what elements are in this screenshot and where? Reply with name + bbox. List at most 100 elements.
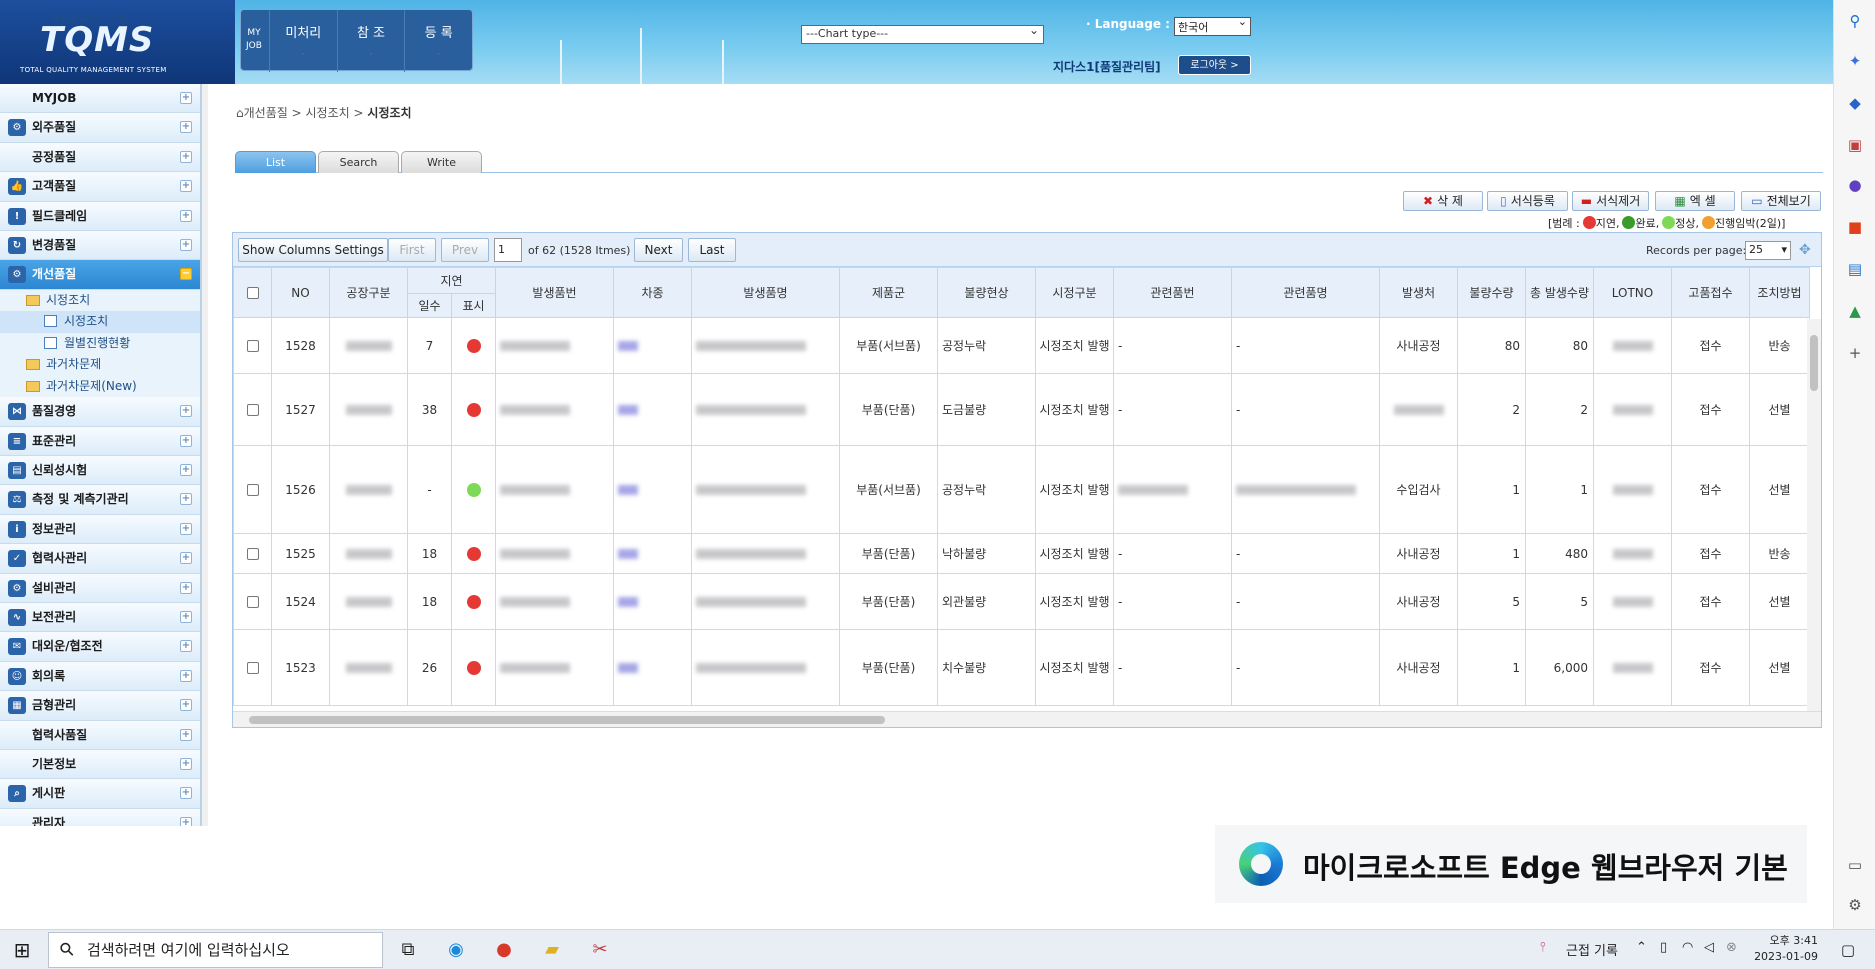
col-delay-days[interactable]: 일수 — [407, 293, 452, 318]
horizontal-scrollbar[interactable] — [233, 711, 1821, 727]
breadcrumb-mid[interactable]: 시정조치 — [306, 106, 350, 120]
delete-button[interactable]: ✖ 삭 제 — [1403, 191, 1483, 211]
expand-icon[interactable]: + — [180, 581, 192, 594]
col-factory[interactable]: 공장구분 — [329, 267, 408, 318]
submenu-item[interactable]: 시정조치 — [0, 290, 200, 312]
row-checkbox[interactable] — [246, 404, 259, 416]
submenu-item[interactable]: 과거차문제 — [0, 354, 200, 376]
wifi-icon[interactable]: ◠ — [1682, 940, 1693, 955]
taskbar-search[interactable]: 검색하려면 여기에 입력하십시오 — [48, 932, 383, 968]
search-icon[interactable]: ⚲ — [1846, 12, 1864, 30]
col-action-type[interactable]: 시정구분 — [1035, 267, 1114, 318]
row-checkbox[interactable] — [246, 340, 259, 352]
battery-icon[interactable]: ▯ — [1660, 940, 1667, 955]
task-view-icon[interactable]: ⧉ — [394, 936, 422, 964]
table-row[interactable]: 1526 - 부품(서브품) 공정누락 시정조치 발행 수입검사 1 1 접수 선별 — [233, 445, 1810, 534]
myjob-tab-wrap[interactable]: 등 록 - — [404, 10, 472, 72]
fullview-button[interactable]: ▭ 전체보기 — [1741, 191, 1821, 211]
first-page-button[interactable]: First — [388, 238, 436, 262]
menu-item[interactable]: 협력사품질 + — [0, 720, 200, 750]
menu-item[interactable]: i 정보관리 + — [0, 514, 200, 545]
tree-icon[interactable]: ▲ — [1846, 302, 1864, 320]
myjob-tab-wrap[interactable]: 참 조 - — [336, 10, 405, 72]
menu-item[interactable]: ⚙ 외주품질 + — [0, 113, 200, 143]
expand-icon[interactable]: + — [180, 552, 192, 565]
edge-icon[interactable]: ◉ — [442, 936, 470, 964]
menu-item[interactable]: ! 필드클레임 + — [0, 201, 200, 231]
expand-icon[interactable]: + — [180, 816, 192, 826]
menu-item[interactable]: ⋈ 품질경영 + — [0, 397, 200, 427]
col-delay-mark[interactable]: 표시 — [451, 293, 496, 318]
file-explorer-icon[interactable]: ▰ — [538, 936, 566, 964]
format-remove-button[interactable]: ▬ 서식제거 — [1572, 191, 1649, 211]
menu-item[interactable]: ⚙ 설비관리 + — [0, 573, 200, 603]
people-icon[interactable]: ● — [1846, 176, 1864, 194]
tray-text[interactable]: 근접 기록 — [1566, 940, 1618, 959]
home-icon[interactable]: ⌂ — [236, 106, 244, 120]
expand-icon[interactable]: + — [180, 238, 192, 251]
expand-icon[interactable]: + — [180, 464, 192, 477]
expand-icon[interactable]: + — [180, 209, 192, 222]
col-rel-no[interactable]: 관련품번 — [1113, 267, 1232, 318]
expand-icon[interactable]: + — [180, 150, 192, 163]
expand-icon[interactable]: + — [180, 405, 192, 418]
menu-item[interactable]: ⚙ 개선품질 − — [0, 260, 200, 290]
office-icon[interactable]: ■ — [1846, 218, 1864, 236]
snipping-icon[interactable]: ✂ — [586, 936, 614, 964]
expand-icon[interactable]: + — [180, 121, 192, 134]
menu-item[interactable]: 공정품질 + — [0, 142, 200, 173]
tab-write[interactable]: Write — [401, 151, 482, 173]
sidebar-panel-icon[interactable]: ▭ — [1846, 856, 1864, 874]
menu-splitter[interactable] — [202, 84, 208, 826]
resize-icon[interactable]: ✥ — [1799, 242, 1811, 258]
submenu-item[interactable]: 월별진행현황 — [0, 333, 200, 355]
menu-item[interactable]: ∿ 보전관리 + — [0, 602, 200, 633]
col-defect[interactable]: 불량현상 — [937, 267, 1036, 318]
submenu-item[interactable]: 시정조치 — [0, 311, 200, 333]
expand-icon[interactable]: + — [180, 787, 192, 800]
col-defect-qty[interactable]: 불량수량 — [1457, 267, 1526, 318]
column-settings-button[interactable]: Show Columns Settings — [238, 238, 388, 262]
tray-app-icon[interactable]: ⫯ — [1540, 940, 1546, 955]
chart-type-select[interactable]: ---Chart type--- — [801, 23, 1044, 44]
notification-icon[interactable]: ▢ — [1834, 936, 1862, 964]
expand-icon[interactable]: + — [180, 757, 192, 770]
row-checkbox[interactable] — [246, 662, 259, 674]
menu-item[interactable]: MYJOB + — [0, 84, 200, 114]
menu-item[interactable]: ⚖ 측정 및 계측기관리 + — [0, 485, 200, 515]
col-rel-name[interactable]: 관련품명 — [1231, 267, 1380, 318]
menu-item[interactable]: 관리자 + — [0, 808, 200, 826]
logo[interactable]: 통합품질관리시스템 TQMS TOTAL QUALITY MANAGEMENT … — [0, 0, 235, 84]
col-part-no[interactable]: 발생품번 — [495, 267, 614, 318]
submenu-item[interactable]: 과거차문제(New) — [0, 376, 200, 398]
settings-gear-icon[interactable]: ⚙ — [1846, 896, 1864, 914]
outlook-icon[interactable]: ▤ — [1846, 260, 1864, 278]
prev-page-button[interactable]: Prev — [441, 238, 489, 262]
col-method[interactable]: 조치방법 — [1749, 267, 1810, 318]
format-register-button[interactable]: ▯ 서식등록 — [1487, 191, 1568, 211]
menu-item[interactable]: ⌕ 게시판 + — [0, 779, 200, 809]
menu-item[interactable]: ▦ 금형관리 + — [0, 691, 200, 721]
next-page-button[interactable]: Next — [634, 238, 683, 262]
menu-item[interactable]: ≡ 표준관리 + — [0, 426, 200, 457]
expand-icon[interactable]: + — [180, 180, 192, 193]
last-page-button[interactable]: Last — [688, 238, 736, 262]
expand-icon[interactable]: + — [180, 669, 192, 682]
tab-list[interactable]: List — [235, 151, 316, 173]
chevron-up-icon[interactable]: ⌃ — [1636, 940, 1647, 955]
language-select[interactable]: 한국어 — [1174, 15, 1251, 36]
expand-icon[interactable]: + — [180, 522, 192, 535]
page-number-input[interactable]: 1 — [494, 238, 522, 262]
toolbox-icon[interactable]: ▣ — [1846, 136, 1864, 154]
select-all-checkbox[interactable] — [246, 287, 259, 299]
tab-search[interactable]: Search — [318, 151, 399, 173]
table-row[interactable]: 1524 18 부품(단품) 외관불량 시정조치 발행 - - 사내공정 5 5 접수 선별 — [233, 573, 1810, 630]
expand-icon[interactable]: + — [180, 434, 192, 447]
row-checkbox[interactable] — [246, 596, 259, 608]
menu-item[interactable]: ☺ 회의록 + — [0, 661, 200, 692]
row-checkbox[interactable] — [246, 548, 259, 560]
excel-button[interactable]: ▦ 엑 셀 — [1655, 191, 1735, 211]
windows-start-icon[interactable]: ⊞ — [8, 936, 36, 964]
menu-item[interactable]: ▤ 신뢰성시험 + — [0, 456, 200, 486]
expand-icon[interactable]: + — [180, 728, 192, 741]
